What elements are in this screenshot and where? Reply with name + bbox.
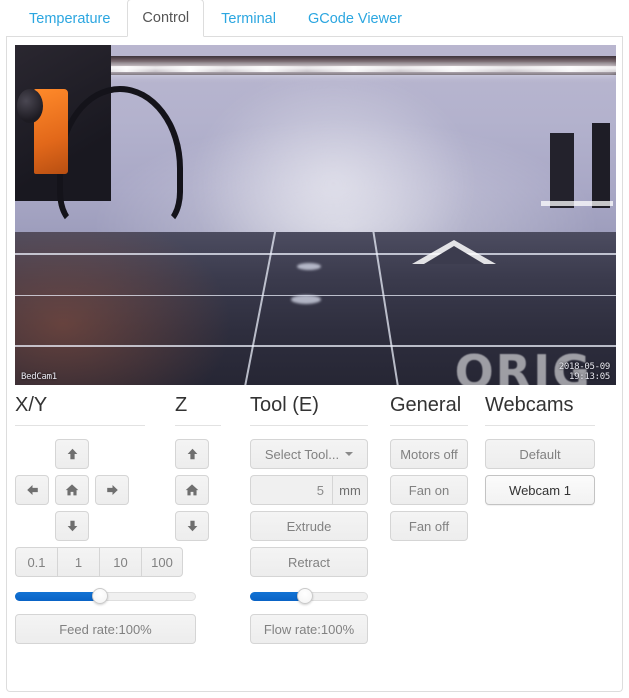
bed-mark-2 <box>291 294 322 304</box>
led-strip <box>33 66 616 73</box>
step-size-group: 0.1 1 10 100 <box>15 547 183 577</box>
home-icon <box>185 484 199 496</box>
bed-mark-1 <box>297 262 322 270</box>
column-z: Z <box>175 393 250 644</box>
arrow-up-icon <box>67 448 77 460</box>
column-tool: Tool (E) Select Tool... mm Extrude Retra… <box>250 393 390 644</box>
bed-arrow-inner <box>423 245 484 264</box>
chevron-down-icon <box>345 452 354 456</box>
motors-off-button[interactable]: Motors off <box>390 439 468 469</box>
z-divider <box>175 425 221 426</box>
fan-on-button[interactable]: Fan on <box>390 475 468 505</box>
arrow-right-icon <box>106 484 118 496</box>
frame-post-right <box>549 133 574 209</box>
bed-gridline-v2 <box>370 232 407 385</box>
z-row-home <box>175 475 250 505</box>
jog-x-minus-button[interactable] <box>15 475 49 505</box>
extrude-amount-unit: mm <box>332 475 368 505</box>
webcam-image: ORIG <box>15 45 616 385</box>
extrude-amount-group: mm <box>250 475 368 505</box>
tab-temperature[interactable]: Temperature <box>14 0 125 37</box>
jog-y-minus-button[interactable] <box>55 511 89 541</box>
step-size-0.1-button[interactable]: 0.1 <box>15 547 57 577</box>
feedrate-slider-handle[interactable] <box>92 588 109 604</box>
flowrate-button[interactable]: Flow rate:100% <box>250 614 368 644</box>
control-panel: ORIG BedCam1 2018-05-09 19:13:05 X/Y 0.1… <box>6 37 623 692</box>
arrow-up-icon <box>187 448 197 460</box>
fan-off-button[interactable]: Fan off <box>390 511 468 541</box>
bed-arrow-marker <box>411 239 496 264</box>
arrow-down-icon <box>187 520 197 532</box>
column-webcams: Webcams Default Webcam 1 <box>485 393 616 644</box>
general-heading: General <box>390 394 462 416</box>
webcam-stream-label: BedCam1 <box>21 372 57 382</box>
webcams-heading: Webcams <box>485 394 574 416</box>
jog-z-minus-button[interactable] <box>175 511 209 541</box>
tool-heading: Tool (E) <box>250 394 319 416</box>
tab-gcode-viewer[interactable]: GCode Viewer <box>293 0 417 37</box>
webcam-timestamp-date: 2018-05-09 <box>558 362 610 372</box>
step-size-1-button[interactable]: 1 <box>57 547 99 577</box>
jog-y-plus-button[interactable] <box>55 439 89 469</box>
z-row-down <box>175 511 250 541</box>
flowrate-slider[interactable] <box>250 587 368 605</box>
webcams-divider <box>485 425 595 426</box>
xy-row-down <box>15 511 175 541</box>
frame-post-far-right <box>591 123 610 209</box>
webcam-timestamp: 2018-05-09 19:13:05 <box>559 362 610 382</box>
xy-row-up <box>15 439 175 469</box>
webcam-1-button[interactable]: Webcam 1 <box>485 475 595 505</box>
home-icon <box>65 484 79 496</box>
control-page: Temperature Control Terminal GCode Viewe… <box>0 0 629 698</box>
adjuster-knob <box>17 89 43 124</box>
step-size-10-button[interactable]: 10 <box>99 547 141 577</box>
frame-plate <box>540 201 613 207</box>
tab-bar: Temperature Control Terminal GCode Viewe… <box>6 0 623 37</box>
column-xy: X/Y 0.1 1 10 100 Feed rate:100% <box>15 393 196 644</box>
jog-x-plus-button[interactable] <box>95 475 129 505</box>
webcam-default-button[interactable]: Default <box>485 439 595 469</box>
arrow-left-icon <box>26 484 38 496</box>
feedrate-slider[interactable] <box>15 587 196 605</box>
controls-row: X/Y 0.1 1 10 100 Feed rate:100% Z Tool (… <box>15 393 616 644</box>
home-z-button[interactable] <box>175 475 209 505</box>
z-row-up <box>175 439 250 469</box>
select-tool-label: Select Tool... <box>264 446 340 462</box>
bed-gridline-h1 <box>15 253 616 255</box>
xy-row-middle <box>15 475 175 505</box>
retract-button[interactable]: Retract <box>250 547 368 577</box>
print-bed: ORIG <box>15 232 616 385</box>
extrude-button[interactable]: Extrude <box>250 511 368 541</box>
z-heading: Z <box>175 394 188 416</box>
home-xy-button[interactable] <box>55 475 89 505</box>
extrude-amount-input[interactable] <box>250 475 332 505</box>
bed-gridline-v1 <box>234 232 278 385</box>
tab-list: Temperature Control Terminal GCode Viewe… <box>14 0 417 37</box>
webcam-feed[interactable]: ORIG BedCam1 2018-05-09 19:13:05 <box>15 45 616 385</box>
column-general: General Motors off Fan on Fan off <box>390 393 485 644</box>
flowrate-slider-handle[interactable] <box>297 588 314 604</box>
feedrate-slider-fill <box>15 592 101 601</box>
jog-z-plus-button[interactable] <box>175 439 209 469</box>
feedrate-button[interactable]: Feed rate:100% <box>15 614 196 644</box>
xy-heading: X/Y <box>15 394 48 416</box>
select-tool-dropdown[interactable]: Select Tool... <box>250 439 368 469</box>
general-divider <box>390 425 468 426</box>
tab-terminal[interactable]: Terminal <box>206 0 291 37</box>
tab-control[interactable]: Control <box>127 0 205 37</box>
tool-divider <box>250 425 368 426</box>
xy-divider <box>15 425 145 426</box>
arrow-down-icon <box>67 520 77 532</box>
webcam-timestamp-time: 19:13:05 <box>569 372 610 382</box>
